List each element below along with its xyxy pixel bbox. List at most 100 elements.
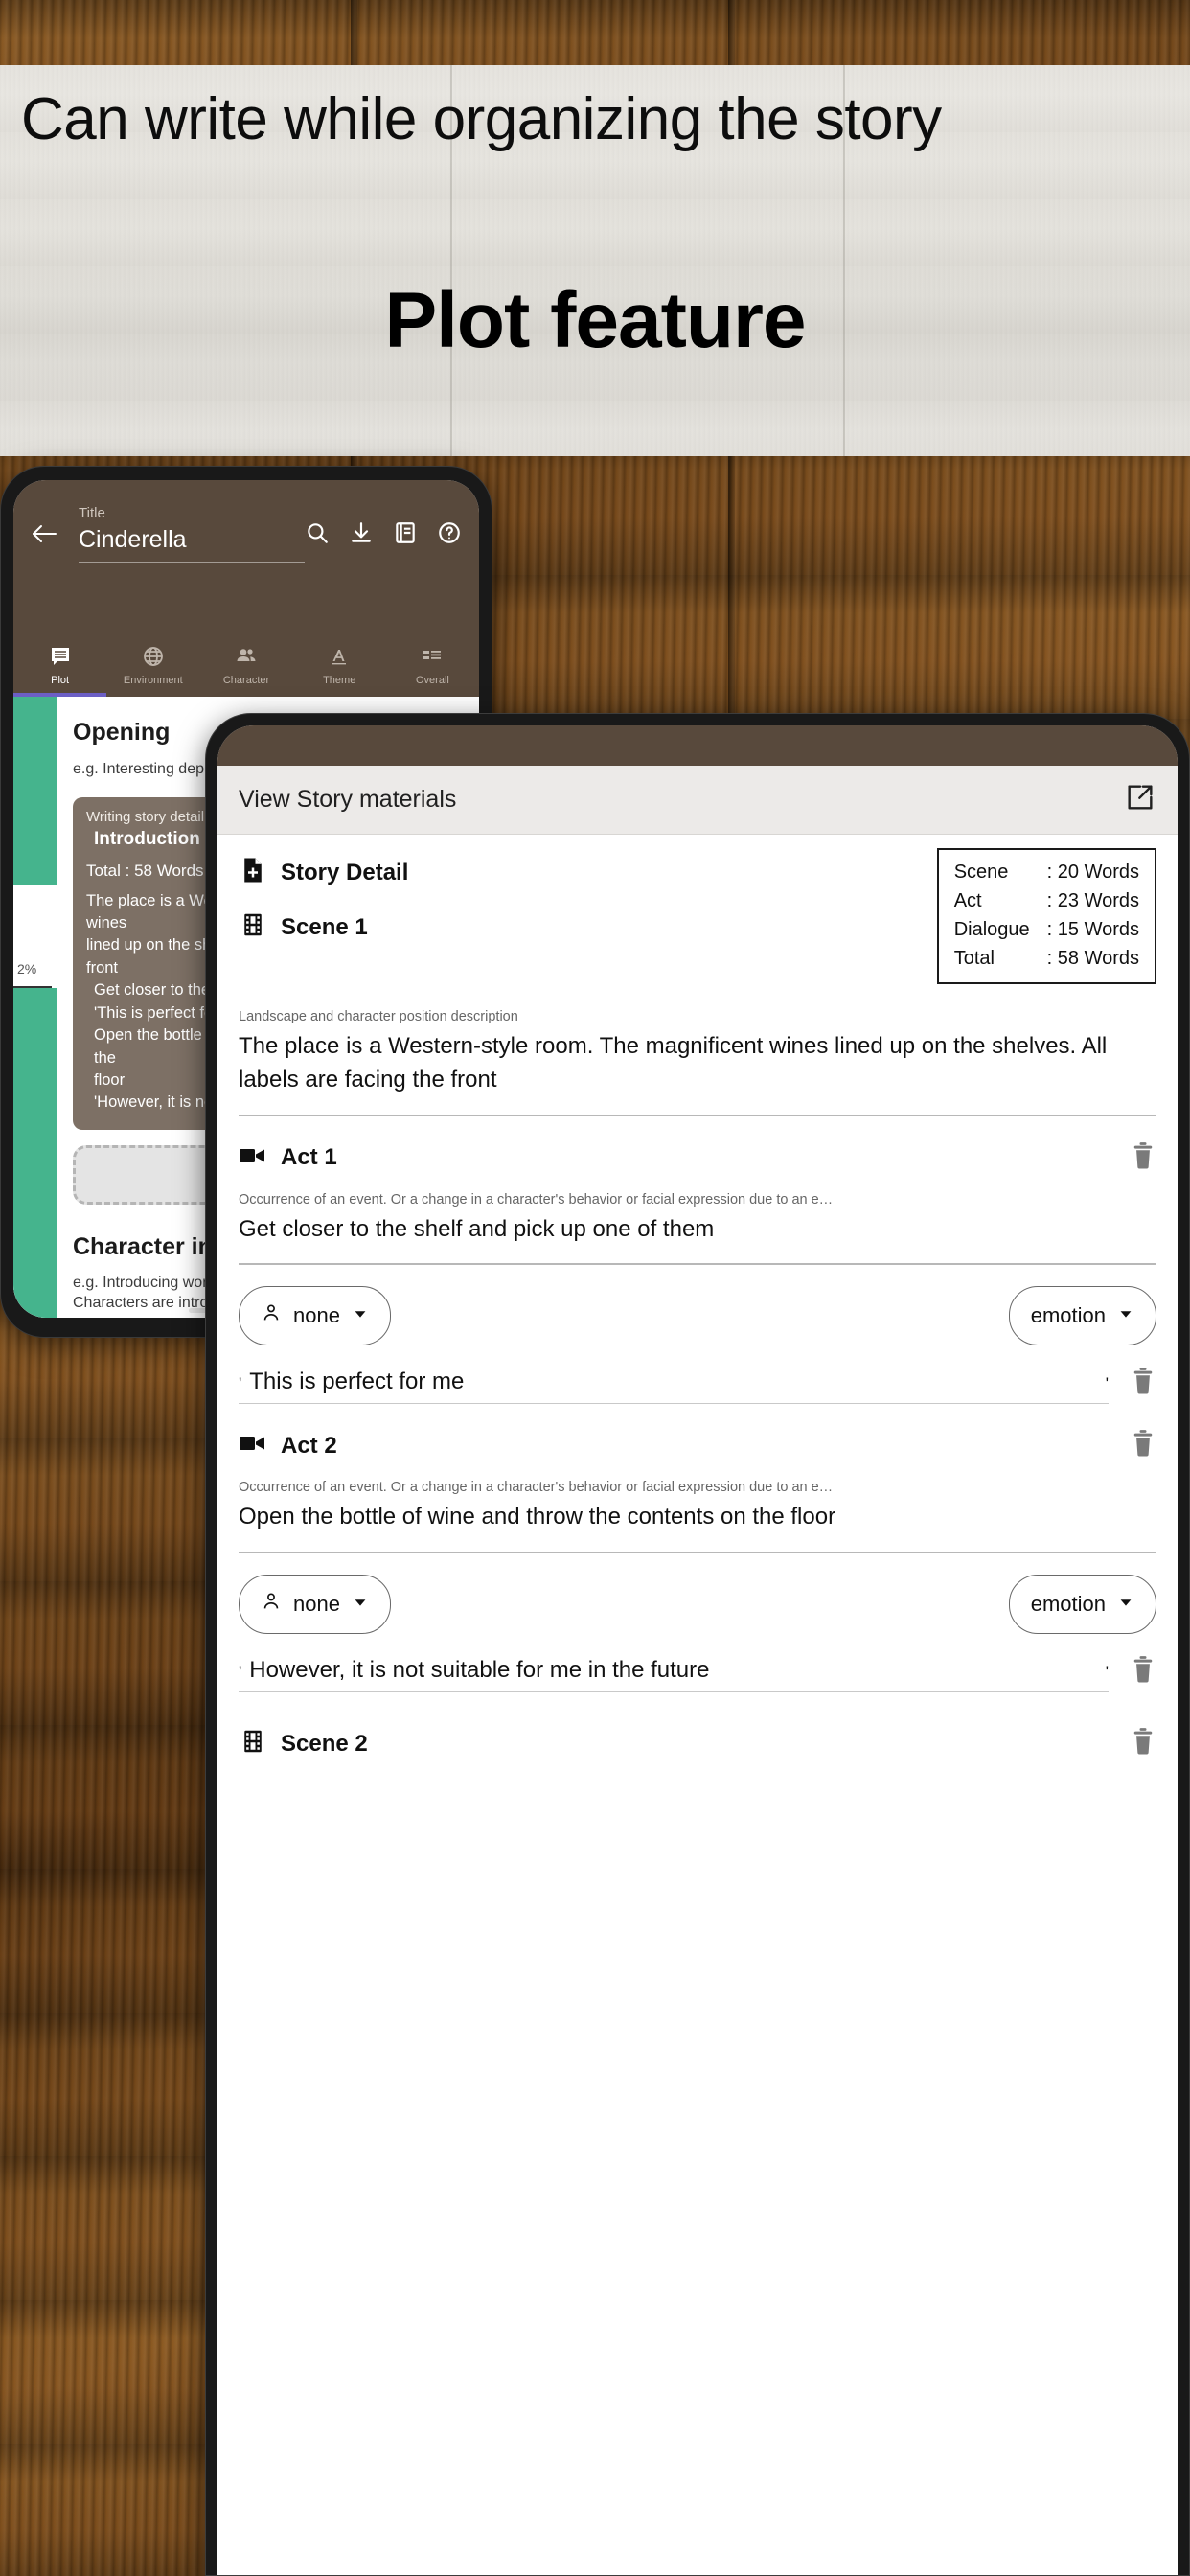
title-field[interactable]: Title Cinderella [69, 505, 305, 563]
word-count-row: Dialogue : 15 Words [952, 915, 1141, 944]
scene-1-label: Scene 1 [281, 913, 368, 940]
act-2-text[interactable]: Open the bottle of wine and throw the co… [239, 1501, 1156, 1534]
act-1-quote-text: This is perfect for me [249, 1368, 465, 1395]
person-icon [261, 1591, 282, 1618]
progress-pct-1: 2% [17, 961, 37, 977]
scene-hint: Landscape and character position descrip… [239, 1009, 518, 1024]
caret-down-icon [352, 1592, 369, 1617]
act-1-hint: Occurrence of an event. Or a change in a… [239, 1191, 834, 1208]
tab-label: Character [222, 674, 270, 686]
trash-icon[interactable] [1130, 1727, 1156, 1760]
divider [239, 1552, 1156, 1554]
act-1-character-chip[interactable]: none [239, 1286, 391, 1346]
act-1-character-label: none [293, 1303, 340, 1328]
word-count-box: Scene : 20 Words Act : 23 Words Dialogue… [936, 848, 1156, 984]
act-2-dialogue[interactable]: ' However, it is not suitable for me in … [239, 1655, 1156, 1693]
act-2-character-chip[interactable]: none [239, 1575, 391, 1635]
word-count-key: Act [953, 890, 982, 911]
tab-character[interactable]: Character [199, 633, 292, 697]
caret-down-icon [1117, 1303, 1134, 1328]
front-phone-screen: View Story materials Story Detail Scene … [217, 725, 1178, 2575]
trash-icon[interactable] [1130, 1429, 1156, 1462]
section-title-opening: Opening [73, 719, 171, 746]
act-2-title: Act 2 [281, 1432, 337, 1459]
tab-label: Environment [123, 674, 183, 686]
act-1-text[interactable]: Get closer to the shelf and pick up one … [239, 1213, 1156, 1247]
progress-segment [13, 697, 57, 885]
trash-icon[interactable] [1130, 1655, 1156, 1692]
front-content: Story Detail Scene 1 Scene : 20 Words Ac… [217, 835, 1178, 1761]
word-count-row: Scene : 20 Words [952, 858, 1141, 886]
act-1-title: Act 1 [281, 1144, 337, 1171]
people-icon [235, 645, 258, 671]
tab-label: Theme [323, 674, 356, 686]
word-count-value: : 20 Words [1046, 862, 1139, 883]
font-icon [328, 645, 351, 671]
download-icon[interactable] [349, 520, 374, 545]
act-2-emotion-chip[interactable]: emotion [1008, 1575, 1156, 1635]
open-external-icon[interactable] [1124, 781, 1156, 818]
act-1-emotion-chip[interactable]: emotion [1008, 1286, 1156, 1346]
act-2-emotion-label: emotion [1030, 1592, 1106, 1617]
word-count-key: Dialogue [953, 919, 1030, 940]
person-icon [261, 1302, 282, 1329]
act-1-header[interactable]: Act 1 [239, 1141, 1156, 1175]
view-story-materials-title: View Story materials [239, 786, 457, 813]
search-icon[interactable] [305, 520, 330, 545]
list-icon [421, 645, 444, 671]
word-count-value: : 23 Words [1046, 890, 1139, 911]
front-status-bar [217, 725, 1178, 766]
tab-plot[interactable]: Plot [13, 633, 106, 697]
title-underline [79, 562, 305, 563]
act-2-hint: Occurrence of an event. Or a change in a… [239, 1480, 834, 1496]
caret-down-icon [352, 1303, 369, 1328]
film-icon [239, 1727, 267, 1760]
promo-subheadline: Plot feature [384, 277, 806, 364]
act-2-quote-text: However, it is not suitable for me in th… [249, 1657, 710, 1684]
scene-2-header[interactable]: Scene 2 [239, 1727, 1156, 1760]
scene-1-row[interactable]: Scene 1 [239, 910, 937, 944]
act-2-header[interactable]: Act 2 [239, 1429, 1156, 1462]
trash-icon[interactable] [1130, 1141, 1156, 1175]
word-count-row: Total : 58 Words [952, 944, 1141, 973]
front-phone-frame: View Story materials Story Detail Scene … [205, 713, 1190, 2576]
chat-list-icon [49, 645, 72, 671]
word-count-row: Act : 23 Words [952, 886, 1141, 915]
story-detail-row[interactable]: Story Detail [239, 856, 937, 889]
title-value: Cinderella [79, 526, 187, 553]
globe-icon [142, 645, 165, 671]
arrow-left-icon[interactable] [31, 505, 69, 550]
quote-close: ' [1105, 1663, 1109, 1682]
tab-overall[interactable]: Overall [386, 633, 479, 697]
promo-headline: Can write while organizing the story [21, 86, 942, 152]
act-1-dialogue[interactable]: ' This is perfect for me ' [239, 1367, 1156, 1405]
tab-label: Plot [51, 674, 70, 686]
caret-down-icon [1117, 1592, 1134, 1617]
act-2-chips: none emotion [239, 1575, 1156, 1635]
book-icon[interactable] [393, 520, 418, 545]
quote-open: ' [239, 1374, 242, 1393]
word-count-value: : 58 Words [1046, 948, 1139, 969]
help-icon[interactable] [437, 520, 462, 545]
act-1-emotion-label: emotion [1030, 1303, 1106, 1328]
trash-icon[interactable] [1130, 1367, 1156, 1404]
film-clip-icon [239, 1144, 267, 1172]
word-count-key: Total [953, 948, 995, 969]
back-tab-bar[interactable]: Plot Environment Character Theme Overall [13, 633, 479, 697]
progress-gutter: 2% 4% [13, 697, 57, 1318]
tab-environment[interactable]: Environment [106, 633, 199, 697]
back-app-bar: Title Cinderella [13, 480, 479, 633]
progress-segment [13, 988, 57, 1318]
film-clip-icon [239, 1432, 267, 1460]
view-story-materials-bar: View Story materials [217, 766, 1178, 835]
title-label: Title [79, 505, 105, 521]
word-count-key: Scene [953, 862, 1009, 883]
quote-close: ' [1105, 1374, 1109, 1393]
scene-text[interactable]: The place is a Western-style room. The m… [239, 1030, 1156, 1097]
tab-theme[interactable]: Theme [293, 633, 386, 697]
word-count-value: : 15 Words [1046, 919, 1139, 940]
story-detail-label: Story Detail [281, 859, 409, 886]
tab-label: Overall [415, 674, 449, 686]
file-add-icon [239, 856, 267, 889]
scene-2-label: Scene 2 [281, 1730, 368, 1757]
